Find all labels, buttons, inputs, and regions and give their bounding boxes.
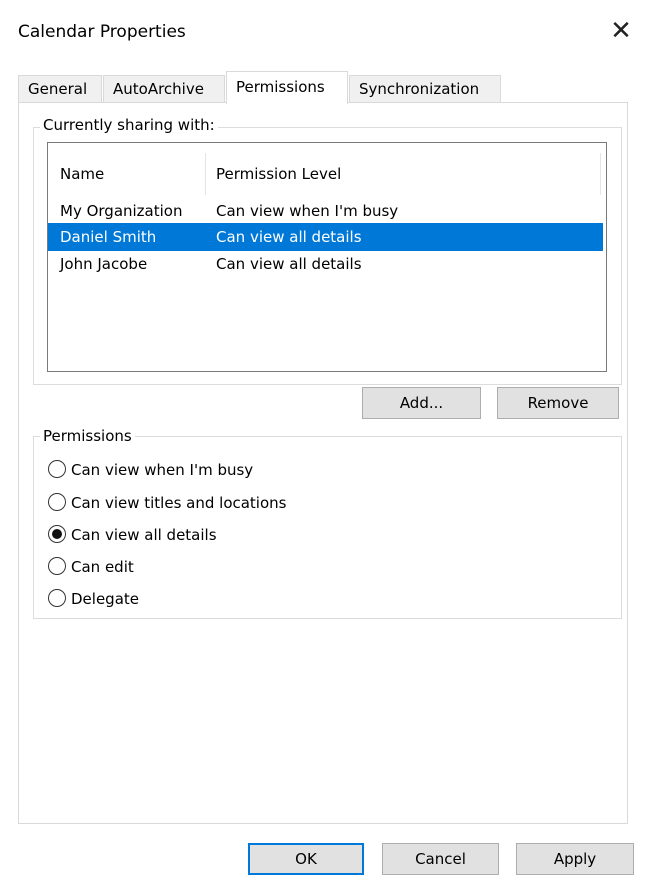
sharing-listbox[interactable]: Name Permission Level My Organization Ca…: [47, 142, 607, 372]
column-header-name[interactable]: Name: [60, 165, 104, 183]
window-title: Calendar Properties: [18, 22, 186, 42]
column-divider: [600, 153, 601, 195]
tab-autoarchive[interactable]: AutoArchive: [103, 75, 225, 102]
list-item-level: Can view all details: [216, 255, 362, 273]
permissions-group-label: Permissions: [40, 427, 135, 445]
tab-general[interactable]: General: [18, 75, 102, 102]
list-item[interactable]: My Organization Can view when I'm busy: [48, 197, 603, 225]
list-header: Name Permission Level: [48, 143, 606, 195]
cancel-button[interactable]: Cancel: [382, 843, 499, 875]
add-button[interactable]: Add...: [362, 387, 481, 419]
sharing-group-label: Currently sharing with:: [40, 116, 218, 134]
radio-icon[interactable]: [48, 460, 66, 478]
list-item-selected[interactable]: Daniel Smith Can view all details: [48, 223, 603, 251]
list-item-name: Daniel Smith: [60, 228, 157, 246]
radio-icon[interactable]: [48, 589, 66, 607]
tab-strip: General AutoArchive Permissions Synchron…: [18, 71, 628, 104]
radio-dot: [52, 529, 62, 539]
radio-icon[interactable]: [48, 557, 66, 575]
list-item-name: John Jacobe: [60, 255, 148, 273]
list-item-level: Can view all details: [216, 228, 362, 246]
title-bar: Calendar Properties ✕: [0, 0, 646, 64]
close-icon[interactable]: ✕: [606, 14, 636, 48]
remove-button[interactable]: Remove: [497, 387, 619, 419]
radio-icon[interactable]: [48, 493, 66, 511]
tab-synchronization[interactable]: Synchronization: [349, 75, 501, 102]
radio-checked-icon[interactable]: [48, 525, 66, 543]
ok-button[interactable]: OK: [248, 843, 364, 875]
tab-permissions[interactable]: Permissions: [226, 71, 348, 104]
list-item-level: Can view when I'm busy: [216, 202, 399, 220]
apply-button[interactable]: Apply: [516, 843, 634, 875]
column-divider: [205, 153, 206, 195]
list-item-name: My Organization: [60, 202, 183, 220]
column-header-permission-level[interactable]: Permission Level: [216, 165, 341, 183]
list-item[interactable]: John Jacobe Can view all details: [48, 250, 603, 278]
